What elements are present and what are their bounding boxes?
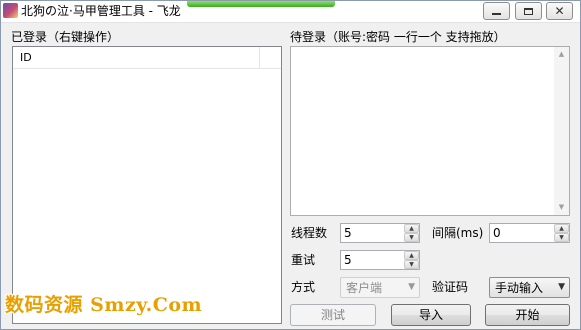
maximize-button[interactable] [515,2,542,20]
logged-in-label: 已登录（右键操作） [11,30,120,44]
interval-spin-buttons: ▲ ▼ [554,224,569,242]
interval-down-icon[interactable]: ▼ [554,233,569,242]
list-header: ID [13,47,281,69]
retry-up-icon[interactable]: ▲ [404,251,419,260]
main-window: 北狗の泣·马甲管理工具 - 飞龙 ✕ 已登录（右键操作） ID 待登录（账号:密… [0,0,581,330]
threads-up-icon[interactable]: ▲ [404,224,419,233]
column-header-id[interactable]: ID [13,47,260,69]
close-icon: ✕ [554,4,565,18]
pending-accounts-textarea[interactable]: ▲ ▼ [290,46,570,216]
title-bar[interactable]: 北狗の泣·马甲管理工具 - 飞龙 ✕ [1,1,580,23]
retry-value: 5 [344,253,352,267]
pending-scrollbar[interactable]: ▲ ▼ [554,47,569,215]
interval-value: 0 [493,226,501,240]
pending-label: 待登录（账号:密码 一行一个 支持拖放） [290,30,506,44]
app-icon [3,3,18,18]
method-chevron-down-icon: ▼ [408,282,415,292]
interval-stepper[interactable]: 0 ▲ ▼ [489,223,570,243]
captcha-label: 验证码 [432,280,469,294]
minimize-icon [492,13,501,15]
scroll-down-icon[interactable]: ▼ [554,200,569,215]
logged-in-list[interactable]: ID [12,46,282,324]
threads-spin-buttons: ▲ ▼ [404,224,419,242]
captcha-select[interactable]: 手动输入 ▼ [489,277,570,298]
scroll-up-icon[interactable]: ▲ [554,47,569,62]
retry-stepper[interactable]: 5 ▲ ▼ [340,250,420,270]
test-button[interactable]: 测试 [290,304,376,326]
close-button[interactable]: ✕ [546,2,573,20]
interval-label: 间隔(ms) [432,226,484,240]
interval-up-icon[interactable]: ▲ [554,224,569,233]
method-label: 方式 [291,280,316,294]
import-button[interactable]: 导入 [391,304,471,326]
window-title: 北狗の泣·马甲管理工具 - 飞龙 [21,4,181,18]
method-select: 客户端 ▼ [340,277,420,298]
retry-down-icon[interactable]: ▼ [404,260,419,269]
title-progress-bar [187,1,335,7]
captcha-chevron-down-icon: ▼ [558,282,565,292]
threads-label: 线程数 [291,226,328,240]
retry-label: 重试 [291,253,316,267]
captcha-value: 手动输入 [495,281,544,295]
watermark-text: 数码资源 Smzy.Com [5,294,203,316]
threads-stepper[interactable]: 5 ▲ ▼ [340,223,420,243]
threads-down-icon[interactable]: ▼ [404,233,419,242]
start-button[interactable]: 开始 [485,304,570,326]
method-value: 客户端 [346,281,383,295]
minimize-button[interactable] [483,2,510,20]
maximize-icon [524,7,533,15]
retry-spin-buttons: ▲ ▼ [404,251,419,269]
threads-value: 5 [344,226,352,240]
